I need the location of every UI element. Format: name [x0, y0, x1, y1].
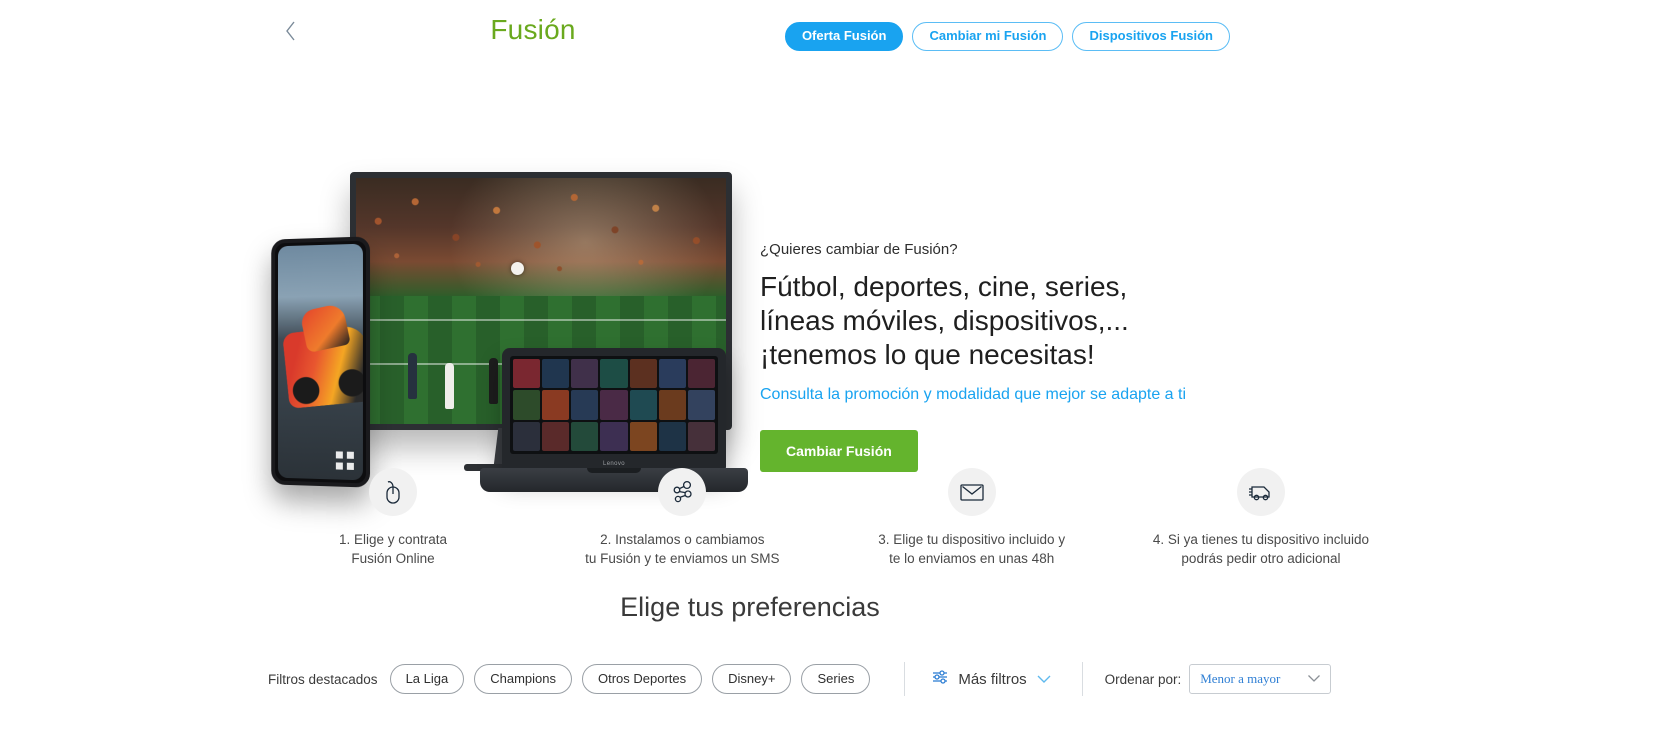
sort-select[interactable]: Menor a mayor	[1189, 664, 1332, 694]
hero-promo-link[interactable]: Consulta la promoción y modalidad que me…	[760, 386, 1186, 404]
nav-pill-dispositivos-fusion[interactable]: Dispositivos Fusión	[1072, 22, 1230, 52]
stadium-crowd	[356, 178, 726, 287]
more-filters-label: Más filtros	[958, 670, 1027, 688]
chevron-down-icon	[1307, 670, 1321, 688]
network-nodes-icon	[658, 468, 707, 516]
step-4-line-2: podrás pedir otro adicional	[1181, 551, 1341, 567]
step-3-line-1: 3. Elige tu dispositivo incluido y	[878, 532, 1066, 547]
step-2: 2. Instalamos o cambiamos tu Fusión y te…	[557, 468, 807, 568]
delivery-truck-icon	[1236, 468, 1285, 516]
step-2-line-1: 2. Instalamos o cambiamos	[600, 532, 765, 547]
hero-copy: ¿Quieres cambiar de Fusión? Fútbol, depo…	[760, 241, 1380, 473]
filter-bar-divider-2	[1081, 662, 1083, 696]
preferences-title: Elige tus preferencias	[620, 592, 880, 622]
smartphone-illustration	[271, 236, 371, 488]
step-2-line-2: tu Fusión y te enviamos un SMS	[585, 551, 780, 567]
step-4: 4. Si ya tienes tu dispositivo incluido …	[1136, 468, 1386, 568]
mouse-icon	[369, 468, 417, 516]
nav-pill-cambiar-mi-fusion[interactable]: Cambiar mi Fusión	[912, 22, 1064, 52]
page-header: Fusión Oferta Fusión Cambiar mi Fusión D…	[0, 0, 1655, 66]
hero-devices-illustration: Lenovo	[268, 106, 768, 496]
hero-headline: Fútbol, deportes, cine, series, líneas m…	[760, 271, 1129, 371]
steps-row: 1. Elige y contrata Fusión Online 2. Ins…	[268, 468, 1386, 568]
sort-selected-value: Menor a mayor	[1200, 671, 1281, 686]
chevron-down-icon	[1036, 671, 1052, 688]
cambiar-fusion-button[interactable]: Cambiar Fusión	[760, 430, 918, 473]
more-filters-button[interactable]: Más filtros	[931, 669, 1051, 689]
filter-chip-series[interactable]: Series	[801, 664, 871, 694]
laptop-brand-label: Lenovo	[602, 461, 626, 467]
step-1-line-1: 1. Elige y contrata	[338, 532, 448, 547]
filter-bar: Filtros destacados La Liga Champions Otr…	[268, 662, 1418, 696]
step-1: 1. Elige y contrata Fusión Online	[268, 468, 518, 568]
laptop-screen-content	[510, 356, 718, 454]
laptop-lid: Lenovo	[502, 348, 726, 470]
step-4-line-1: 4. Si ya tienes tu dispositivo incluido	[1152, 532, 1370, 547]
hero-section: Lenovo ¿Quieres cambiar de Fusión? Fútbo…	[0, 66, 1655, 492]
sort-group: Ordenar por: Menor a mayor	[1105, 664, 1332, 694]
filter-chip-otros-deportes[interactable]: Otros Deportes	[581, 664, 703, 694]
nav-pill-oferta-fusion[interactable]: Oferta Fusión	[784, 22, 904, 52]
filter-chip-disney-plus[interactable]: Disney+	[712, 664, 792, 694]
filter-bar-divider-1	[904, 662, 906, 696]
step-3-line-2: te lo enviamos en unas 48h	[889, 551, 1055, 567]
header-nav-pills: Oferta Fusión Cambiar mi Fusión Disposit…	[784, 22, 1230, 52]
filter-chip-champions[interactable]: Champions	[474, 664, 572, 694]
fusion-page: Fusión Oferta Fusión Cambiar mi Fusión D…	[0, 0, 1655, 738]
football-ball	[511, 261, 525, 275]
filter-chip-la-liga[interactable]: La Liga	[389, 664, 465, 694]
smartphone-screen	[278, 243, 363, 481]
sliders-icon	[931, 669, 949, 689]
hero-eyebrow: ¿Quieres cambiar de Fusión?	[760, 241, 958, 258]
step-3: 3. Elige tu dispositivo incluido y te lo…	[847, 468, 1097, 568]
filter-chips: La Liga Champions Otros Deportes Disney+…	[389, 664, 871, 694]
step-1-line-2: Fusión Online	[351, 551, 435, 567]
envelope-icon	[947, 468, 996, 516]
featured-filters-label: Filtros destacados	[268, 671, 378, 687]
sort-label: Ordenar por:	[1104, 671, 1182, 687]
